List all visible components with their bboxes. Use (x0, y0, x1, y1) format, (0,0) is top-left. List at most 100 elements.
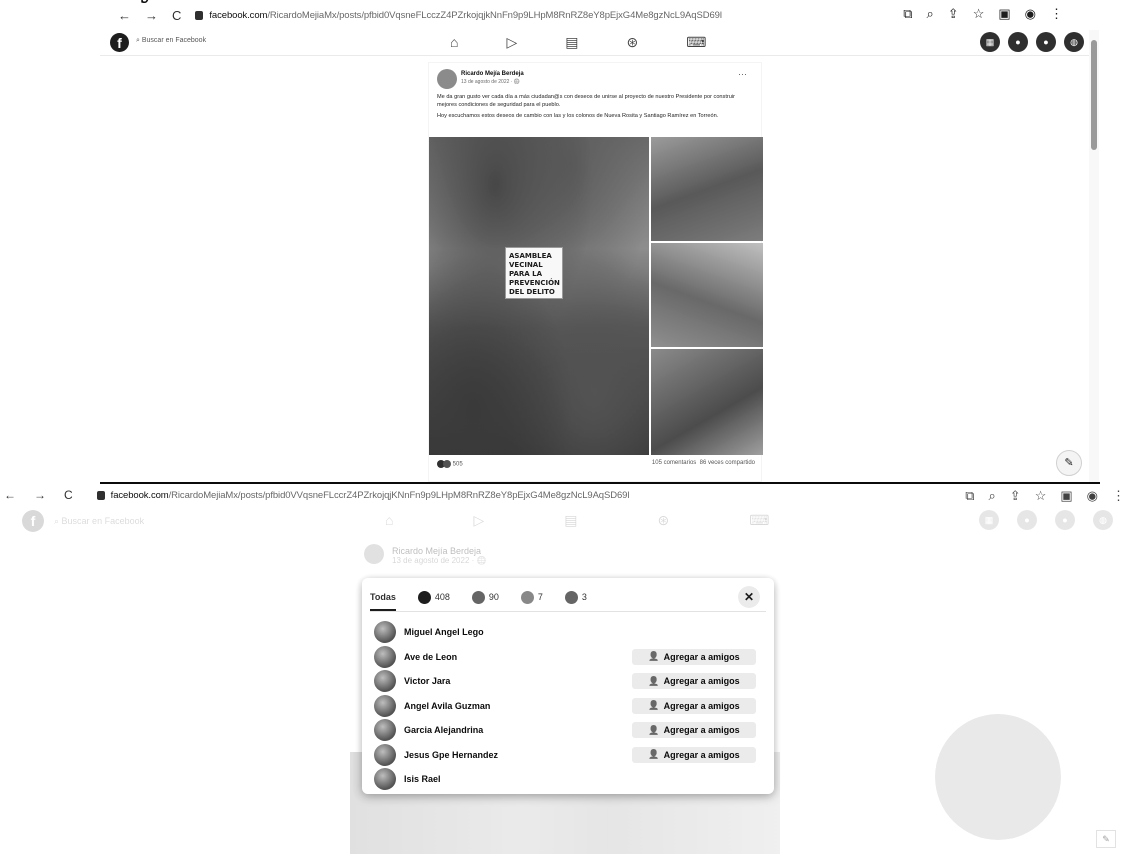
forward-arrow-icon[interactable]: → (145, 8, 158, 23)
avatar[interactable] (374, 768, 396, 791)
post-date[interactable]: 13 de agosto de 2022 · 🌐 (461, 79, 520, 85)
decorative-circle (935, 714, 1061, 840)
tab-like[interactable]: 408 (417, 586, 450, 608)
avatar[interactable] (374, 670, 396, 693)
account-avatar[interactable]: ◍ (1064, 32, 1084, 52)
screenshot-1: y ← → C facebook.com/RicardoMejiaMx/post… (0, 0, 1137, 484)
facebook-nav: ⌂ ▷ ▤ ⊛ ⌨ (450, 34, 706, 51)
post-photo-2[interactable] (651, 137, 763, 241)
avatar[interactable] (374, 719, 396, 742)
menu-dots-icon[interactable]: ⋮ (1112, 488, 1125, 504)
care-reaction-icon (520, 590, 534, 604)
avatar[interactable] (374, 621, 396, 644)
install-icon[interactable]: ⧉ (903, 6, 912, 22)
notifications-icon[interactable]: ● (1036, 32, 1056, 52)
shares-count[interactable]: 86 veces compartido (700, 460, 755, 466)
tab-haha[interactable]: 3 (564, 586, 587, 608)
profile-icon[interactable]: ◉ (1087, 488, 1098, 504)
comments-count[interactable]: 105 comentarios (652, 460, 696, 466)
notifications-icon: ● (1055, 510, 1075, 530)
avatar[interactable] (374, 645, 396, 668)
profile-icon[interactable]: ◉ (1025, 6, 1036, 22)
person-name[interactable]: Isis Rael (404, 774, 441, 784)
bookmark-star-icon[interactable]: ☆ (1035, 488, 1047, 504)
scrollbar-thumb[interactable] (1091, 40, 1097, 150)
home-icon[interactable]: ⌂ (450, 34, 458, 51)
menu-dots-icon[interactable]: ⋮ (1050, 6, 1063, 22)
zoom-icon[interactable]: ⌕ (989, 488, 996, 504)
zoom-icon[interactable]: ⌕ (927, 6, 934, 22)
address-bar[interactable]: facebook.com/RicardoMejiaMx/posts/pfbid0… (111, 490, 630, 501)
back-arrow-icon[interactable]: ← (4, 488, 16, 502)
person-name[interactable]: Angel Avila Guzman (404, 701, 490, 711)
post-photo-4[interactable] (651, 349, 763, 455)
gaming-icon: ⌨ (749, 512, 770, 528)
add-friend-icon: 👤 (648, 675, 660, 686)
apps-grid-icon[interactable]: ▦ (980, 32, 1000, 52)
post-photo-3[interactable] (651, 243, 763, 347)
watch-icon: ▷ (473, 512, 485, 528)
add-friend-icon: 👤 (648, 651, 660, 661)
post-paragraph-1: Me da gran gusto ver cada día a más ciud… (437, 94, 735, 108)
more-options-icon[interactable]: ··· (738, 69, 747, 79)
reload-icon[interactable]: C (64, 488, 73, 502)
share-icon[interactable]: ⇪ (1010, 488, 1021, 504)
bookmark-star-icon[interactable]: ☆ (973, 6, 985, 22)
like-reaction-icon (417, 590, 431, 604)
back-arrow-icon[interactable]: ← (118, 8, 131, 23)
avatar[interactable] (374, 743, 396, 766)
love-reaction-icon (471, 590, 485, 604)
reload-icon[interactable]: C (172, 8, 181, 23)
watch-icon[interactable]: ▷ (506, 34, 517, 51)
add-friend-button[interactable]: 👤 Agregar a amigos (632, 673, 756, 689)
groups-icon[interactable]: ⊛ (626, 34, 638, 51)
post-photo-main[interactable]: ASAMBLEA VECINAL PARA LA PREVENCIÓN DEL … (429, 137, 649, 455)
new-message-icon[interactable]: ✎ (1096, 830, 1116, 848)
tab-icon[interactable]: ▣ (1060, 488, 1072, 504)
avatar[interactable] (374, 694, 396, 717)
new-message-icon[interactable]: ✎ (1056, 450, 1082, 476)
add-friend-button[interactable]: 👤 Agregar a amigos (632, 697, 756, 714)
add-friend-button[interactable]: 👤 Agregar a amigos (632, 722, 756, 738)
list-item: Isis Rael (370, 767, 766, 792)
account-avatar: ◍ (1093, 510, 1113, 530)
messenger-icon[interactable]: ● (1008, 32, 1028, 52)
person-name[interactable]: Miguel Angel Lego (404, 627, 484, 637)
screenshot-2: ← → C facebook.com/RicardoMejiaMx/posts/… (0, 484, 1137, 854)
facebook-header-dimmed: f ⌕ Buscar en Facebook ⌂ ▷ ▤ ⊛ ⌨ ▦ ● ● ◍ (0, 508, 1137, 536)
install-icon[interactable]: ⧉ (965, 488, 974, 504)
tab-icon[interactable]: ▣ (998, 6, 1010, 22)
facebook-header-actions: ▦ ● ● ◍ (980, 32, 1084, 52)
gaming-icon[interactable]: ⌨ (686, 34, 706, 51)
share-icon[interactable]: ⇪ (948, 6, 959, 22)
list-item: Victor Jara 👤 Agregar a amigos (370, 669, 766, 694)
post-author[interactable]: Ricardo Mejía Berdeja (461, 71, 524, 77)
list-item: Garcia Alejandrina 👤 Agregar a amigos (370, 718, 766, 743)
add-friend-icon: 👤 (648, 724, 660, 735)
add-friend-button[interactable]: 👤 Agregar a amigos (632, 648, 756, 665)
facebook-nav: ⌂ ▷ ▤ ⊛ ⌨ (385, 512, 769, 529)
marketplace-icon[interactable]: ▤ (565, 34, 578, 51)
add-friend-button[interactable]: 👤 Agregar a amigos (632, 746, 756, 763)
person-name[interactable]: Ave de Leon (404, 652, 457, 662)
tab-all[interactable]: Todas (370, 586, 396, 611)
marketplace-icon: ▤ (564, 512, 578, 528)
forward-arrow-icon[interactable]: → (34, 488, 46, 502)
person-name[interactable]: Jesus Gpe Hernandez (404, 750, 498, 760)
reaction-summary[interactable]: 505 (437, 460, 463, 468)
author-avatar[interactable] (437, 69, 457, 89)
close-button[interactable]: ✕ (738, 586, 760, 608)
person-name[interactable]: Victor Jara (404, 676, 450, 686)
post-author: Ricardo Mejía Berdeja (392, 546, 482, 556)
search-input[interactable]: ⌕ Buscar en Facebook (136, 37, 206, 45)
browser-nav-2: ← → C (4, 488, 73, 502)
post-text: Me da gran gusto ver cada día a más ciud… (437, 93, 755, 120)
tab-care[interactable]: 7 (520, 586, 543, 608)
page-scrollbar[interactable] (1089, 30, 1099, 482)
address-bar[interactable]: facebook.com/RicardoMejiaMx/posts/pfbid0… (209, 10, 722, 21)
author-avatar (364, 544, 384, 564)
facebook-logo-icon[interactable]: f (110, 33, 129, 52)
person-name[interactable]: Garcia Alejandrina (404, 725, 483, 735)
browser-actions: ⧉ ⌕ ⇪ ☆ ▣ ◉ ⋮ (903, 6, 1063, 22)
tab-love[interactable]: 90 (471, 586, 499, 608)
